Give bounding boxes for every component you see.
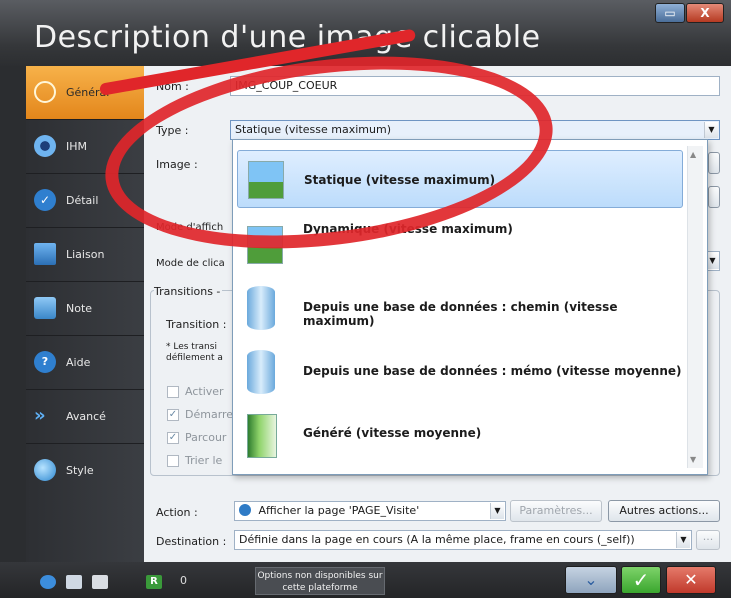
transition-label: Transition : <box>166 318 227 331</box>
database-memo-icon <box>247 350 275 394</box>
sidebar-item-general[interactable]: Général <box>26 66 144 120</box>
sidebar-item-aide[interactable]: ? Aide <box>26 336 144 390</box>
trier-checkbox[interactable] <box>167 455 179 467</box>
type-select-value: Statique (vitesse maximum) <box>235 123 392 136</box>
sidebar-item-style[interactable]: Style <box>26 444 144 498</box>
sidebar-item-label: Note <box>66 302 93 315</box>
dropdown-option-label: Depuis une base de données : chemin (vit… <box>303 300 618 328</box>
static-image-icon <box>248 161 284 199</box>
autres-actions-button[interactable]: Autres actions... <box>608 500 720 522</box>
status-count: 0 <box>180 574 187 587</box>
destination-select[interactable]: Définie dans la page en cours (A la même… <box>234 530 692 550</box>
type-dropdown-list: Statique (vitesse maximum) Dynamique (vi… <box>232 139 708 475</box>
cancel-button[interactable]: ✕ <box>666 566 716 594</box>
params-button[interactable]: Paramètres... <box>510 500 602 522</box>
dropdown-option-label: Généré (vitesse moyenne) <box>303 426 482 440</box>
dropdown-scrollbar[interactable]: ▲ ▼ <box>687 146 703 468</box>
mode-affichage-label: Mode d'affich <box>156 222 224 233</box>
status-note: Options non disponibles sur cette platef… <box>255 567 385 595</box>
demarrer-label: Démarre <box>185 408 234 421</box>
help-icon[interactable] <box>40 575 56 589</box>
dropdown-option-base-chemin[interactable]: Depuis une base de données : chemin (vit… <box>237 278 683 336</box>
r-icon[interactable]: R <box>146 575 162 589</box>
style-icon <box>34 459 56 481</box>
dropdown-option-dynamique[interactable]: Dynamique (vitesse maximum) <box>237 214 683 272</box>
chevron-down-icon[interactable]: ▼ <box>490 503 504 519</box>
mode-clic-label: Mode de clica <box>156 258 225 269</box>
dynamic-image-icon <box>247 226 283 264</box>
chevron-down-icon[interactable]: ▼ <box>676 532 690 548</box>
transition-note-line2: défilement a <box>166 353 223 363</box>
scroll-down-icon[interactable]: ▼ <box>690 455 696 464</box>
link-icon <box>34 243 56 265</box>
advanced-arrows-icon: » <box>34 405 46 426</box>
parcourir-checkbox[interactable]: ✓ <box>167 432 179 444</box>
status-bar: R 0 Options non disponibles sur cette pl… <box>0 562 731 598</box>
window-icon[interactable] <box>66 575 82 589</box>
action-select-value: Afficher la page 'PAGE_Visite' <box>258 504 420 517</box>
dropdown-option-label: Statique (vitesse maximum) <box>304 173 496 187</box>
note-pencil-icon <box>34 297 56 319</box>
transition-note-line1: * Les transi <box>166 342 217 352</box>
sidebar: Général IHM ✓ Détail Liaison Note ? Aide… <box>26 66 144 562</box>
window-title: Description d'une image clicable <box>34 20 541 55</box>
sidebar-item-label: Général <box>66 86 110 99</box>
sidebar-item-label: Liaison <box>66 248 105 261</box>
action-select[interactable]: Afficher la page 'PAGE_Visite' ▼ <box>234 501 506 521</box>
database-path-icon <box>247 286 275 330</box>
chevron-down-button[interactable]: ⌄ <box>565 566 617 594</box>
trier-label: Trier le <box>185 454 223 467</box>
transitions-group-label: Transitions - <box>154 285 223 298</box>
dropdown-option-label: Dynamique (vitesse maximum) <box>303 222 513 236</box>
mode-clic-select[interactable]: ▼ <box>706 251 720 271</box>
parcourir-label: Parcour <box>185 431 227 444</box>
image-edit-button[interactable] <box>708 186 720 208</box>
maximize-button[interactable]: ▭ <box>655 3 685 23</box>
help-icon: ? <box>34 351 56 373</box>
action-label: Action : <box>156 506 198 519</box>
activer-checkbox[interactable] <box>167 386 179 398</box>
destination-select-value: Définie dans la page en cours (A la même… <box>239 533 635 546</box>
mail-icon[interactable] <box>92 575 108 589</box>
image-browse-button[interactable] <box>708 152 720 174</box>
activer-label: Activer <box>185 385 224 398</box>
dropdown-option-base-memo[interactable]: Depuis une base de données : mémo (vites… <box>237 342 683 400</box>
ok-button[interactable]: ✓ <box>621 566 661 594</box>
name-label: Nom : <box>156 80 189 93</box>
circle-icon <box>34 81 56 103</box>
globe-icon <box>239 504 251 516</box>
dropdown-option-label: Depuis une base de données : mémo (vites… <box>303 364 682 378</box>
type-label: Type : <box>156 124 189 137</box>
sidebar-item-label: Aide <box>66 356 91 369</box>
sidebar-item-avance[interactable]: » Avancé <box>26 390 144 444</box>
close-button[interactable]: X <box>686 3 724 23</box>
eye-icon <box>34 135 56 157</box>
name-field[interactable]: IMG_COUP_COEUR <box>230 76 720 96</box>
destination-label: Destination : <box>156 535 227 548</box>
sidebar-item-note[interactable]: Note <box>26 282 144 336</box>
sidebar-item-label: Style <box>66 464 94 477</box>
sidebar-item-label: IHM <box>66 140 88 153</box>
sidebar-item-label: Avancé <box>66 410 106 423</box>
destination-more-button[interactable]: ··· <box>696 530 720 550</box>
scroll-up-icon[interactable]: ▲ <box>690 150 696 159</box>
sidebar-item-label: Détail <box>66 194 99 207</box>
sidebar-item-ihm[interactable]: IHM <box>26 120 144 174</box>
demarrer-checkbox[interactable]: ✓ <box>167 409 179 421</box>
sidebar-item-liaison[interactable]: Liaison <box>26 228 144 282</box>
sidebar-item-detail[interactable]: ✓ Détail <box>26 174 144 228</box>
type-select[interactable]: Statique (vitesse maximum) ▼ <box>230 120 720 140</box>
dropdown-option-genere[interactable]: Généré (vitesse moyenne) <box>237 406 683 464</box>
generated-image-icon <box>247 414 277 458</box>
chevron-down-icon[interactable]: ▼ <box>704 122 718 138</box>
chevron-down-circle-icon: ✓ <box>34 189 56 211</box>
title-bar: Description d'une image clicable ▭ X <box>0 0 731 66</box>
image-label: Image : <box>156 158 198 171</box>
dropdown-option-statique[interactable]: Statique (vitesse maximum) <box>237 150 683 208</box>
